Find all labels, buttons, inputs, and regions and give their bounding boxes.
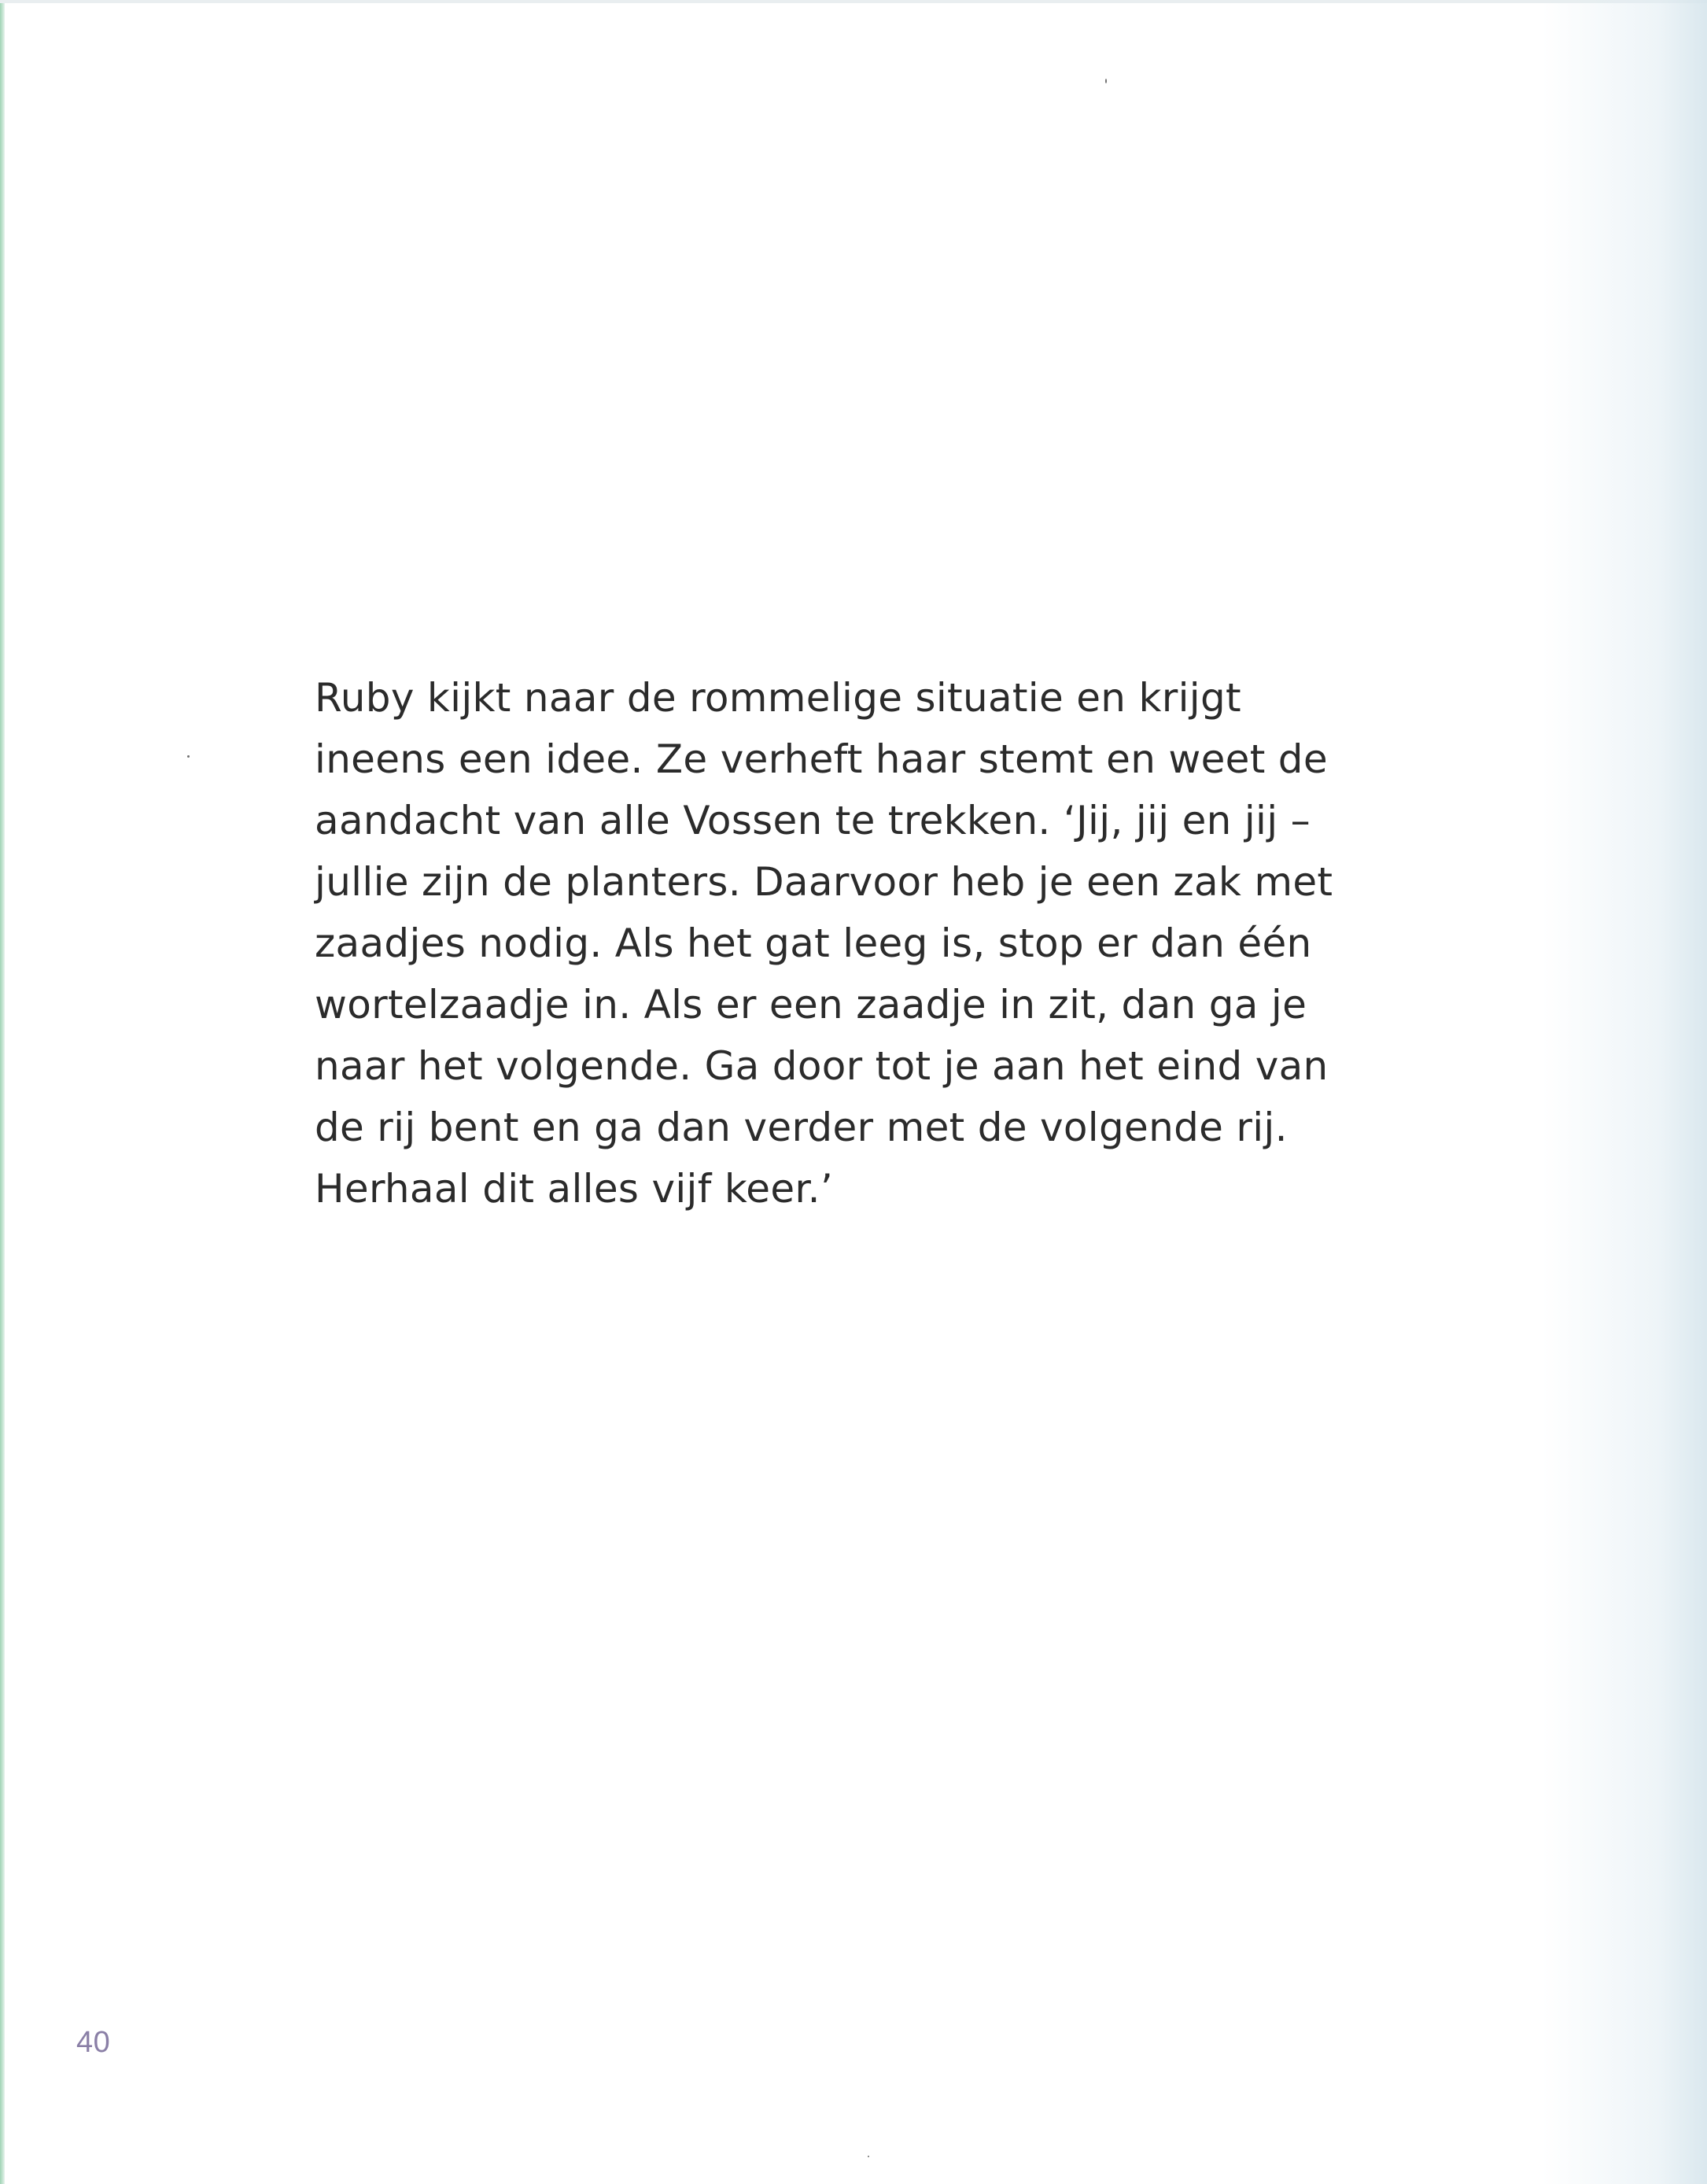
story-line: jullie zijn de planters. Daarvoor heb je…	[315, 859, 1333, 905]
paper-speck	[1105, 79, 1107, 83]
page-shadow	[1542, 0, 1707, 2184]
story-paragraph: Ruby kijkt naar de rommelige situatie en…	[315, 667, 1432, 1219]
paper-speck	[187, 755, 190, 758]
story-line: de rij bent en ga dan verder met de volg…	[315, 1105, 1288, 1150]
page-top-edge	[0, 0, 1707, 3]
story-line: aandacht van alle Vossen te trekken. ‘Ji…	[315, 798, 1311, 843]
story-line: naar het volgende. Ga door tot je aan he…	[315, 1043, 1329, 1089]
story-line: Herhaal dit alles vijf keer.’	[315, 1166, 834, 1212]
paper-speck	[868, 2156, 869, 2157]
page-edge	[0, 0, 5, 2184]
story-line: zaadjes nodig. Als het gat leeg is, stop…	[315, 920, 1312, 966]
story-line: ineens een idee. Ze verheft haar stemt e…	[315, 736, 1328, 782]
story-line: wortelzaadje in. Als er een zaadje in zi…	[315, 982, 1307, 1027]
page-number: 40	[76, 2026, 111, 2059]
story-line: Ruby kijkt naar de rommelige situatie en…	[315, 675, 1241, 721]
